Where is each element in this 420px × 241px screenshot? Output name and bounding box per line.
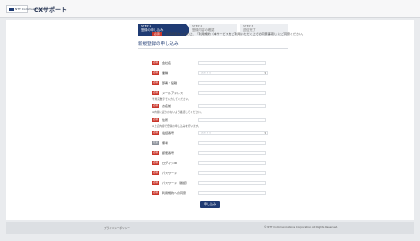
field-label: パスワード（確認） [162,181,190,185]
required-badge: 必須 [152,104,159,108]
optional-badge: 任意 [152,141,159,145]
chevron-down-icon: ▾ [264,131,266,135]
field-label: 会社名 [162,61,172,65]
field-label: 郵便番号 [162,151,175,155]
field-label: 住所 [162,118,169,122]
field-label: ログインID [162,161,178,165]
field-label: 利用規約への同意 [162,191,187,195]
help-text: 半角英数字で入力してください。 [152,98,191,101]
help-text: ※上記内容で登録の申し込みを行います。 [152,125,201,128]
password-input[interactable] [198,171,266,175]
required-badge: 必須 [152,181,159,185]
agreement-input[interactable] [198,191,266,195]
field-label: 業種 [162,71,169,75]
required-badge: 必須 [152,151,159,155]
app-title: CXサポート [34,7,68,14]
department-input[interactable] [198,81,266,85]
phone-select[interactable]: 選択する ▾ [198,131,268,135]
required-badge: 必須 [152,91,159,95]
company-input[interactable] [198,61,266,65]
privacy-policy-link[interactable]: プライバシーポリシー [104,226,130,230]
password-confirm-input[interactable] [198,181,266,185]
required-badge: 必須 [152,171,159,175]
field-label: メールアドレス [162,91,184,95]
notice-badge: 必須 [152,32,162,36]
login-id-input[interactable] [198,161,266,165]
field-label: お名前 [162,104,172,108]
field-label: 備考 [162,141,169,145]
logo-mark-icon [9,8,14,11]
select-placeholder: 選択する [201,71,212,74]
select-placeholder: 選択する [201,131,212,134]
app-header: NTT Communications CXサポート [0,0,420,18]
address-input[interactable] [198,118,266,122]
copyright-text: © NTT Communications Corporation All Rig… [264,226,339,229]
title-divider [138,48,288,49]
name-input[interactable] [198,104,266,108]
email-field[interactable] [198,91,266,95]
postal-input[interactable] [198,151,266,155]
required-badge: 必須 [152,131,159,135]
industry-select[interactable]: 選択する ▾ [198,71,268,75]
help-text: ※内容に誤りのないよう確認してください。 [152,111,204,114]
company-logo[interactable]: NTT Communications [6,5,47,13]
notes-input[interactable] [198,141,266,145]
field-label: パスワード [162,171,178,175]
chevron-down-icon: ▾ [264,71,266,75]
required-badge: 必須 [152,191,159,195]
required-notice: 必須 必須項目を入力の上、「利用規約（本サービスをご利用いただく上での同意事項）… [152,32,305,36]
page-footer: プライバシーポリシー © NTT Communications Corporat… [6,222,414,234]
notice-text: 必須項目を入力の上、「利用規約（本サービスをご利用いただく上での同意事項）」にご… [165,32,306,36]
field-label: 電話番号 [162,131,175,135]
required-badge: 必須 [152,81,159,85]
required-badge: 必須 [152,61,159,65]
field-label: 部署・役職 [162,81,178,85]
required-badge: 必須 [152,118,159,122]
required-badge: 必須 [152,71,159,75]
required-badge: 必須 [152,161,159,165]
submit-button[interactable]: 申し込み [200,201,220,208]
page-title: 新規登録の申し込み [138,42,179,47]
